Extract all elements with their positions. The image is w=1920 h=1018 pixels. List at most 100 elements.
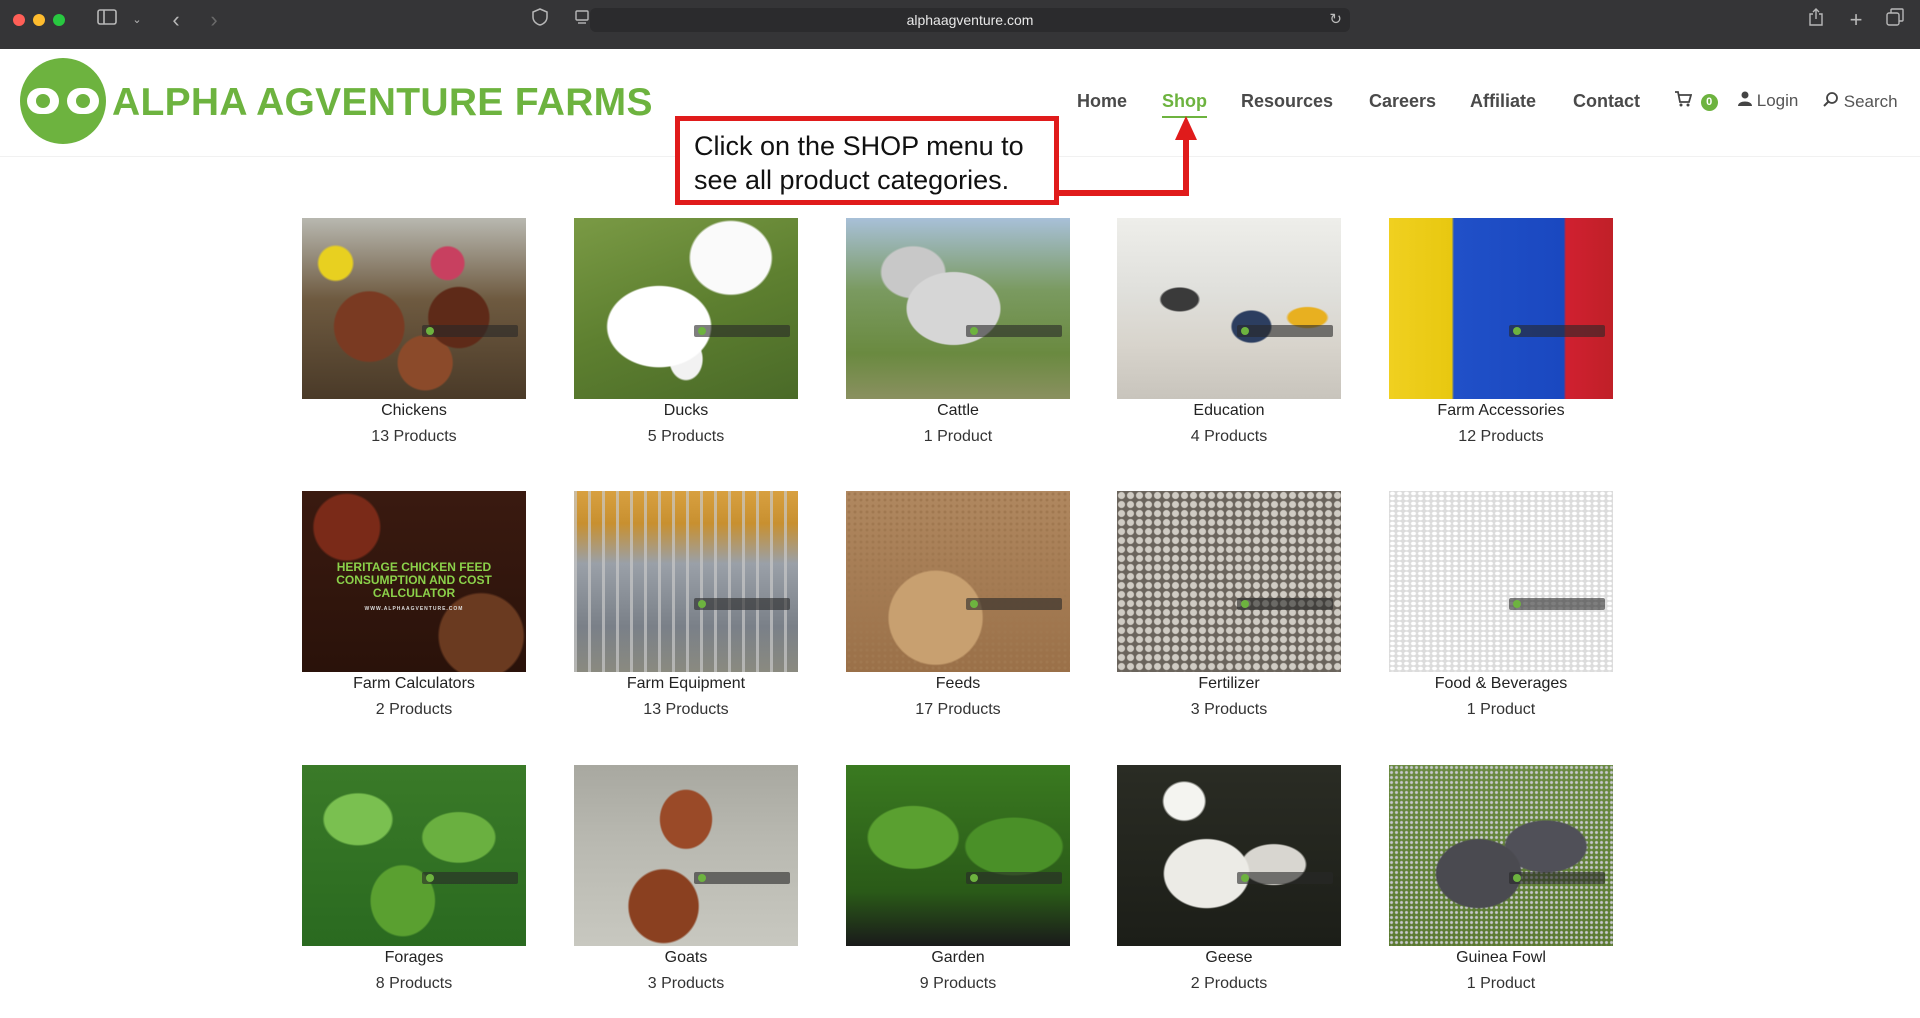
nav-home[interactable]: Home bbox=[1077, 91, 1127, 112]
category-card-cattle[interactable]: Cattle 1 Product bbox=[846, 218, 1070, 447]
category-count: 13 Products bbox=[643, 701, 729, 718]
category-card-garden[interactable]: Garden 9 Products bbox=[846, 765, 1070, 994]
nav-contact[interactable]: Contact bbox=[1573, 91, 1640, 112]
category-card-goats[interactable]: Goats 3 Products bbox=[574, 765, 798, 994]
watermark-icon bbox=[1509, 598, 1605, 610]
login-label: Login bbox=[1756, 91, 1799, 110]
category-card-farm-calculators[interactable]: HERITAGE CHICKEN FEED CONSUMPTION AND CO… bbox=[302, 491, 526, 720]
back-icon[interactable]: ‹ bbox=[168, 8, 184, 32]
nav-shop[interactable]: Shop bbox=[1162, 91, 1207, 118]
category-card-farm-equipment[interactable]: Farm Equipment 13 Products bbox=[574, 491, 798, 720]
close-window-button[interactable] bbox=[13, 14, 25, 26]
forward-icon[interactable]: › bbox=[206, 8, 222, 32]
watermark-icon bbox=[422, 872, 518, 884]
category-name[interactable]: Food & Beverages bbox=[1389, 673, 1613, 695]
category-image[interactable] bbox=[1389, 218, 1613, 399]
category-count: 9 Products bbox=[919, 975, 997, 992]
annotation-arrow bbox=[1059, 190, 1189, 196]
category-image[interactable] bbox=[1117, 765, 1341, 946]
category-count: 5 Products bbox=[647, 428, 725, 445]
category-image[interactable] bbox=[1389, 491, 1613, 672]
watermark-icon bbox=[1237, 598, 1333, 610]
category-card-guinea-fowl[interactable]: Guinea Fowl 1 Product bbox=[1389, 765, 1613, 994]
category-name[interactable]: Feeds bbox=[846, 673, 1070, 695]
category-image[interactable] bbox=[846, 765, 1070, 946]
category-image[interactable] bbox=[1389, 765, 1613, 946]
search-icon bbox=[1823, 92, 1844, 111]
category-image[interactable] bbox=[574, 765, 798, 946]
category-image[interactable] bbox=[574, 491, 798, 672]
search-link[interactable]: Search bbox=[1823, 91, 1898, 112]
search-label: Search bbox=[1843, 92, 1898, 111]
category-count: 2 Products bbox=[375, 701, 453, 718]
watermark-icon bbox=[966, 872, 1062, 884]
login-link[interactable]: Login bbox=[1738, 91, 1798, 111]
sidebar-icon[interactable] bbox=[96, 8, 118, 32]
category-name[interactable]: Garden bbox=[846, 947, 1070, 969]
category-name[interactable]: Guinea Fowl bbox=[1389, 947, 1613, 969]
watermark-icon bbox=[1509, 872, 1605, 884]
category-count: 3 Products bbox=[647, 975, 725, 992]
zoom-window-button[interactable] bbox=[53, 14, 65, 26]
category-image[interactable] bbox=[302, 218, 526, 399]
logo-icon[interactable] bbox=[20, 58, 106, 144]
category-card-food-beverages[interactable]: Food & Beverages 1 Product bbox=[1389, 491, 1613, 720]
category-name[interactable]: Education bbox=[1117, 400, 1341, 422]
category-card-farm-accessories[interactable]: Farm Accessories 12 Products bbox=[1389, 218, 1613, 447]
watermark-icon bbox=[1509, 325, 1605, 337]
category-count: 12 Products bbox=[1458, 428, 1544, 445]
cart-button[interactable]: 0 bbox=[1674, 91, 1718, 112]
tabs-icon[interactable] bbox=[1884, 8, 1906, 33]
category-count: 4 Products bbox=[1190, 428, 1268, 445]
shield-icon[interactable] bbox=[530, 8, 550, 33]
category-image[interactable] bbox=[1117, 218, 1341, 399]
category-card-education[interactable]: Education 4 Products bbox=[1117, 218, 1341, 447]
browser-toolbar: ⌄ ‹ › alphaagventure.com ↻ + bbox=[0, 0, 1920, 49]
category-count: 13 Products bbox=[371, 428, 457, 445]
nav-careers[interactable]: Careers bbox=[1369, 91, 1436, 112]
reload-icon[interactable]: ↻ bbox=[1329, 8, 1342, 32]
address-bar[interactable]: alphaagventure.com ↻ bbox=[590, 8, 1350, 32]
category-image[interactable] bbox=[574, 218, 798, 399]
category-count: 1 Product bbox=[1466, 975, 1536, 992]
category-name[interactable]: Geese bbox=[1117, 947, 1341, 969]
chevron-down-icon[interactable]: ⌄ bbox=[130, 8, 144, 32]
watermark-icon bbox=[966, 598, 1062, 610]
share-icon[interactable] bbox=[1806, 8, 1826, 33]
category-name[interactable]: Fertilizer bbox=[1117, 673, 1341, 695]
annotation-arrow-shaft bbox=[1183, 138, 1189, 196]
minimize-window-button[interactable] bbox=[33, 14, 45, 26]
category-card-geese[interactable]: Geese 2 Products bbox=[1117, 765, 1341, 994]
category-name[interactable]: Farm Equipment bbox=[574, 673, 798, 695]
category-count: 2 Products bbox=[1190, 975, 1268, 992]
category-count: 1 Product bbox=[923, 428, 993, 445]
category-name[interactable]: Cattle bbox=[846, 400, 1070, 422]
category-card-forages[interactable]: Forages 8 Products bbox=[302, 765, 526, 994]
category-image[interactable]: HERITAGE CHICKEN FEED CONSUMPTION AND CO… bbox=[302, 491, 526, 672]
nav-affiliate[interactable]: Affiliate bbox=[1470, 91, 1536, 112]
category-name[interactable]: Farm Accessories bbox=[1389, 400, 1613, 422]
new-tab-icon[interactable]: + bbox=[1846, 8, 1866, 32]
category-image[interactable] bbox=[846, 491, 1070, 672]
watermark-icon bbox=[422, 325, 518, 337]
category-card-feeds[interactable]: Feeds 17 Products bbox=[846, 491, 1070, 720]
category-name[interactable]: Goats bbox=[574, 947, 798, 969]
category-card-fertilizer[interactable]: Fertilizer 3 Products bbox=[1117, 491, 1341, 720]
category-card-ducks[interactable]: Ducks 5 Products bbox=[574, 218, 798, 447]
category-image[interactable] bbox=[1117, 491, 1341, 672]
category-name[interactable]: Forages bbox=[302, 947, 526, 969]
reader-icon[interactable] bbox=[572, 8, 592, 32]
watermark-icon bbox=[694, 598, 790, 610]
nav-resources[interactable]: Resources bbox=[1241, 91, 1333, 112]
watermark-icon bbox=[966, 325, 1062, 337]
cart-count-badge: 0 bbox=[1700, 94, 1718, 111]
category-count: 17 Products bbox=[915, 701, 1001, 718]
image-caption: HERITAGE CHICKEN FEED CONSUMPTION AND CO… bbox=[336, 560, 492, 613]
category-name[interactable]: Chickens bbox=[302, 400, 526, 422]
category-image[interactable] bbox=[846, 218, 1070, 399]
category-name[interactable]: Farm Calculators bbox=[302, 673, 526, 695]
category-image[interactable] bbox=[302, 765, 526, 946]
logo-text[interactable]: ALPHA AGVENTURE FARMS bbox=[112, 81, 653, 125]
category-name[interactable]: Ducks bbox=[574, 400, 798, 422]
category-card-chickens[interactable]: Chickens 13 Products bbox=[302, 218, 526, 447]
